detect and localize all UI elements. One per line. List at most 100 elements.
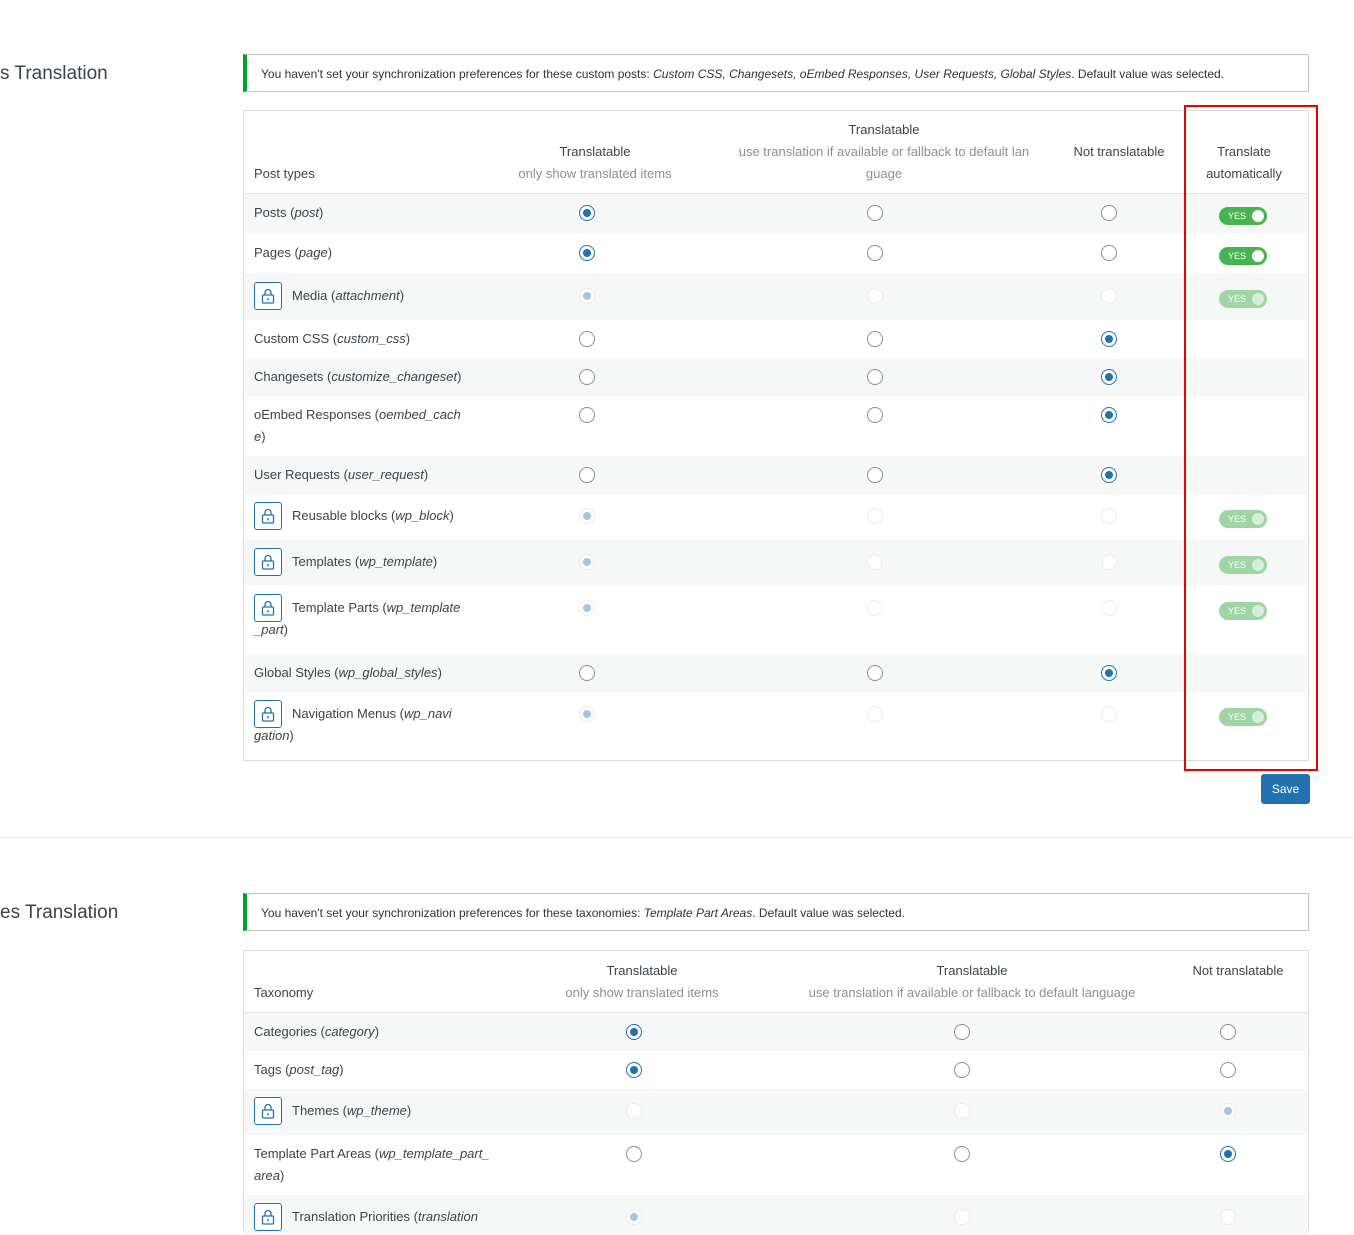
- taxonomy-radio-translatable-fallback[interactable]: [954, 1024, 970, 1040]
- taxonomy-radio-translatable-fallback[interactable]: [954, 1062, 970, 1078]
- header-translatable-fallback-sub2: guage: [865, 166, 903, 181]
- lock-icon: [254, 282, 282, 310]
- post-type-row: Changesets (customize_changeset): [244, 358, 1308, 396]
- label-slug: custom_css: [337, 331, 406, 346]
- taxonomies-section-title: es Translation: [0, 902, 119, 923]
- post-types-rows: Posts (post) YES Pages (page) YES Media (att…: [244, 194, 1308, 762]
- notice-items: Custom CSS, Changesets, oEmbed Responses…: [653, 67, 1072, 81]
- taxonomy-radio-translatable-only: [626, 1103, 642, 1119]
- post-type-radio-not-translatable[interactable]: [1101, 331, 1117, 347]
- post-type-radio-translatable-fallback[interactable]: [867, 467, 883, 483]
- header-taxonomy: Taxonomy: [254, 985, 314, 1000]
- header-post-types: Post types: [254, 166, 315, 181]
- taxonomy-radio-translatable-fallback[interactable]: [954, 1146, 970, 1162]
- toggle-knob: [1252, 293, 1264, 305]
- label-slug-cont: area: [254, 1168, 281, 1183]
- tax-notice-suffix: . Default value was selected.: [752, 906, 905, 920]
- post-type-label: Changesets (customize_changeset): [254, 366, 461, 388]
- tax-header-translatable-fallback: Translatable use translation if availabl…: [772, 960, 1172, 1004]
- label-slug: oembed_cach: [379, 407, 461, 422]
- header-translatable-only-sub: only show translated items: [518, 166, 672, 181]
- post-type-label: Pages (page): [254, 242, 332, 264]
- taxonomy-radio-translatable-only[interactable]: [626, 1062, 642, 1078]
- post-type-radio-translatable-only[interactable]: [579, 407, 595, 423]
- tax-header-not-translatable: Not translatable: [1192, 963, 1284, 978]
- post-type-label: Media (attachment): [292, 285, 404, 307]
- taxonomy-radio-not-translatable[interactable]: [1220, 1024, 1236, 1040]
- post-type-radio-translatable-only: [579, 554, 595, 570]
- label-text: Posts (: [254, 205, 295, 220]
- tax-header-translatable-fallback-sub: use translation if available or fallback…: [808, 985, 1136, 1000]
- label-close: ): [339, 1062, 344, 1077]
- toggle-label: YES: [1228, 712, 1247, 722]
- toggle-knob: [1252, 711, 1264, 723]
- label-close: ): [437, 665, 442, 680]
- translate-automatically-toggle: YES: [1219, 556, 1267, 574]
- post-type-radio-not-translatable[interactable]: [1101, 245, 1117, 261]
- post-type-radio-not-translatable[interactable]: [1101, 467, 1117, 483]
- post-type-radio-translatable-fallback[interactable]: [867, 369, 883, 385]
- post-type-label: Template Parts (wp_template _part): [254, 597, 460, 641]
- post-type-row: Posts (post) YES: [244, 194, 1308, 234]
- lock-icon: [254, 502, 282, 530]
- post-type-row: Pages (page) YES: [244, 234, 1308, 274]
- post-type-radio-not-translatable[interactable]: [1101, 665, 1117, 681]
- post-type-radio-translatable-fallback[interactable]: [867, 331, 883, 347]
- post-type-radio-translatable-only[interactable]: [579, 245, 595, 261]
- label-close: ): [423, 467, 429, 482]
- post-type-radio-translatable-only[interactable]: [579, 369, 595, 385]
- taxonomies-table: Taxonomy Translatable only show translat…: [243, 950, 1309, 1235]
- post-type-radio-not-translatable[interactable]: [1101, 407, 1117, 423]
- post-type-radio-translatable-fallback: [867, 554, 883, 570]
- notice-prefix: You haven't set your synchronization pre…: [261, 67, 654, 81]
- toggle-label: YES: [1228, 560, 1247, 570]
- label-text: Themes (: [292, 1103, 347, 1118]
- label-slug: page: [298, 245, 328, 260]
- translate-automatically-toggle[interactable]: YES: [1219, 247, 1267, 265]
- toggle-knob: [1252, 210, 1264, 222]
- post-type-radio-translatable-fallback: [867, 508, 883, 524]
- post-type-radio-translatable-fallback[interactable]: [867, 245, 883, 261]
- post-type-radio-translatable-only[interactable]: [579, 665, 595, 681]
- toggle-label: YES: [1228, 251, 1247, 261]
- post-type-radio-translatable-fallback[interactable]: [867, 407, 883, 423]
- taxonomy-label: Themes (wp_theme): [292, 1100, 411, 1122]
- taxonomy-radio-not-translatable[interactable]: [1220, 1146, 1236, 1162]
- post-type-radio-translatable-only[interactable]: [579, 331, 595, 347]
- post-type-label: Reusable blocks (wp_block): [292, 505, 454, 527]
- post-type-radio-translatable-fallback[interactable]: [867, 205, 883, 221]
- header-translatable-only: Translatable only show translated items: [495, 141, 695, 185]
- label-text: Reusable blocks (: [292, 508, 396, 523]
- label-slug: wp_block: [395, 508, 450, 523]
- taxonomy-radio-translatable-only[interactable]: [626, 1146, 642, 1162]
- lock-icon: [254, 548, 282, 576]
- toggle-label: YES: [1228, 294, 1247, 304]
- taxonomy-radio-translatable-only[interactable]: [626, 1024, 642, 1040]
- post-type-radio-translatable-fallback[interactable]: [867, 665, 883, 681]
- post-type-radio-not-translatable[interactable]: [1101, 369, 1117, 385]
- notice-suffix: . Default value was selected.: [1071, 67, 1225, 81]
- post-type-row: Navigation Menus (wp_navi gation) YES: [244, 692, 1308, 762]
- post-type-row: oEmbed Responses (oembed_cach e): [244, 396, 1308, 456]
- taxonomy-label: Translation Priorities (translation: [292, 1206, 478, 1228]
- toggle-label: YES: [1228, 606, 1247, 616]
- label-text: User Requests (: [254, 467, 348, 482]
- post-type-radio-not-translatable: [1101, 706, 1117, 722]
- post-type-row: Media (attachment) YES: [244, 274, 1308, 320]
- post-type-row: Reusable blocks (wp_block) YES: [244, 494, 1308, 540]
- label-text: Categories (: [254, 1024, 325, 1039]
- post-type-row: Global Styles (wp_global_styles): [244, 654, 1308, 692]
- post-type-radio-translatable-only[interactable]: [579, 467, 595, 483]
- post-type-radio-translatable-only: [579, 600, 595, 616]
- label-text: Pages (: [254, 245, 299, 260]
- post-type-radio-translatable-only[interactable]: [579, 205, 595, 221]
- post-type-label: Custom CSS (custom_css): [254, 328, 410, 350]
- taxonomy-radio-not-translatable[interactable]: [1220, 1062, 1236, 1078]
- lock-icon: [254, 1203, 282, 1231]
- save-button[interactable]: Save: [1261, 774, 1310, 804]
- header-translate-auto-line1: Translate: [1217, 144, 1271, 159]
- post-type-radio-not-translatable[interactable]: [1101, 205, 1117, 221]
- header-translate-automatically: Translate automatically: [1184, 141, 1304, 185]
- translate-automatically-toggle[interactable]: YES: [1219, 207, 1267, 225]
- translate-automatically-toggle: YES: [1219, 510, 1267, 528]
